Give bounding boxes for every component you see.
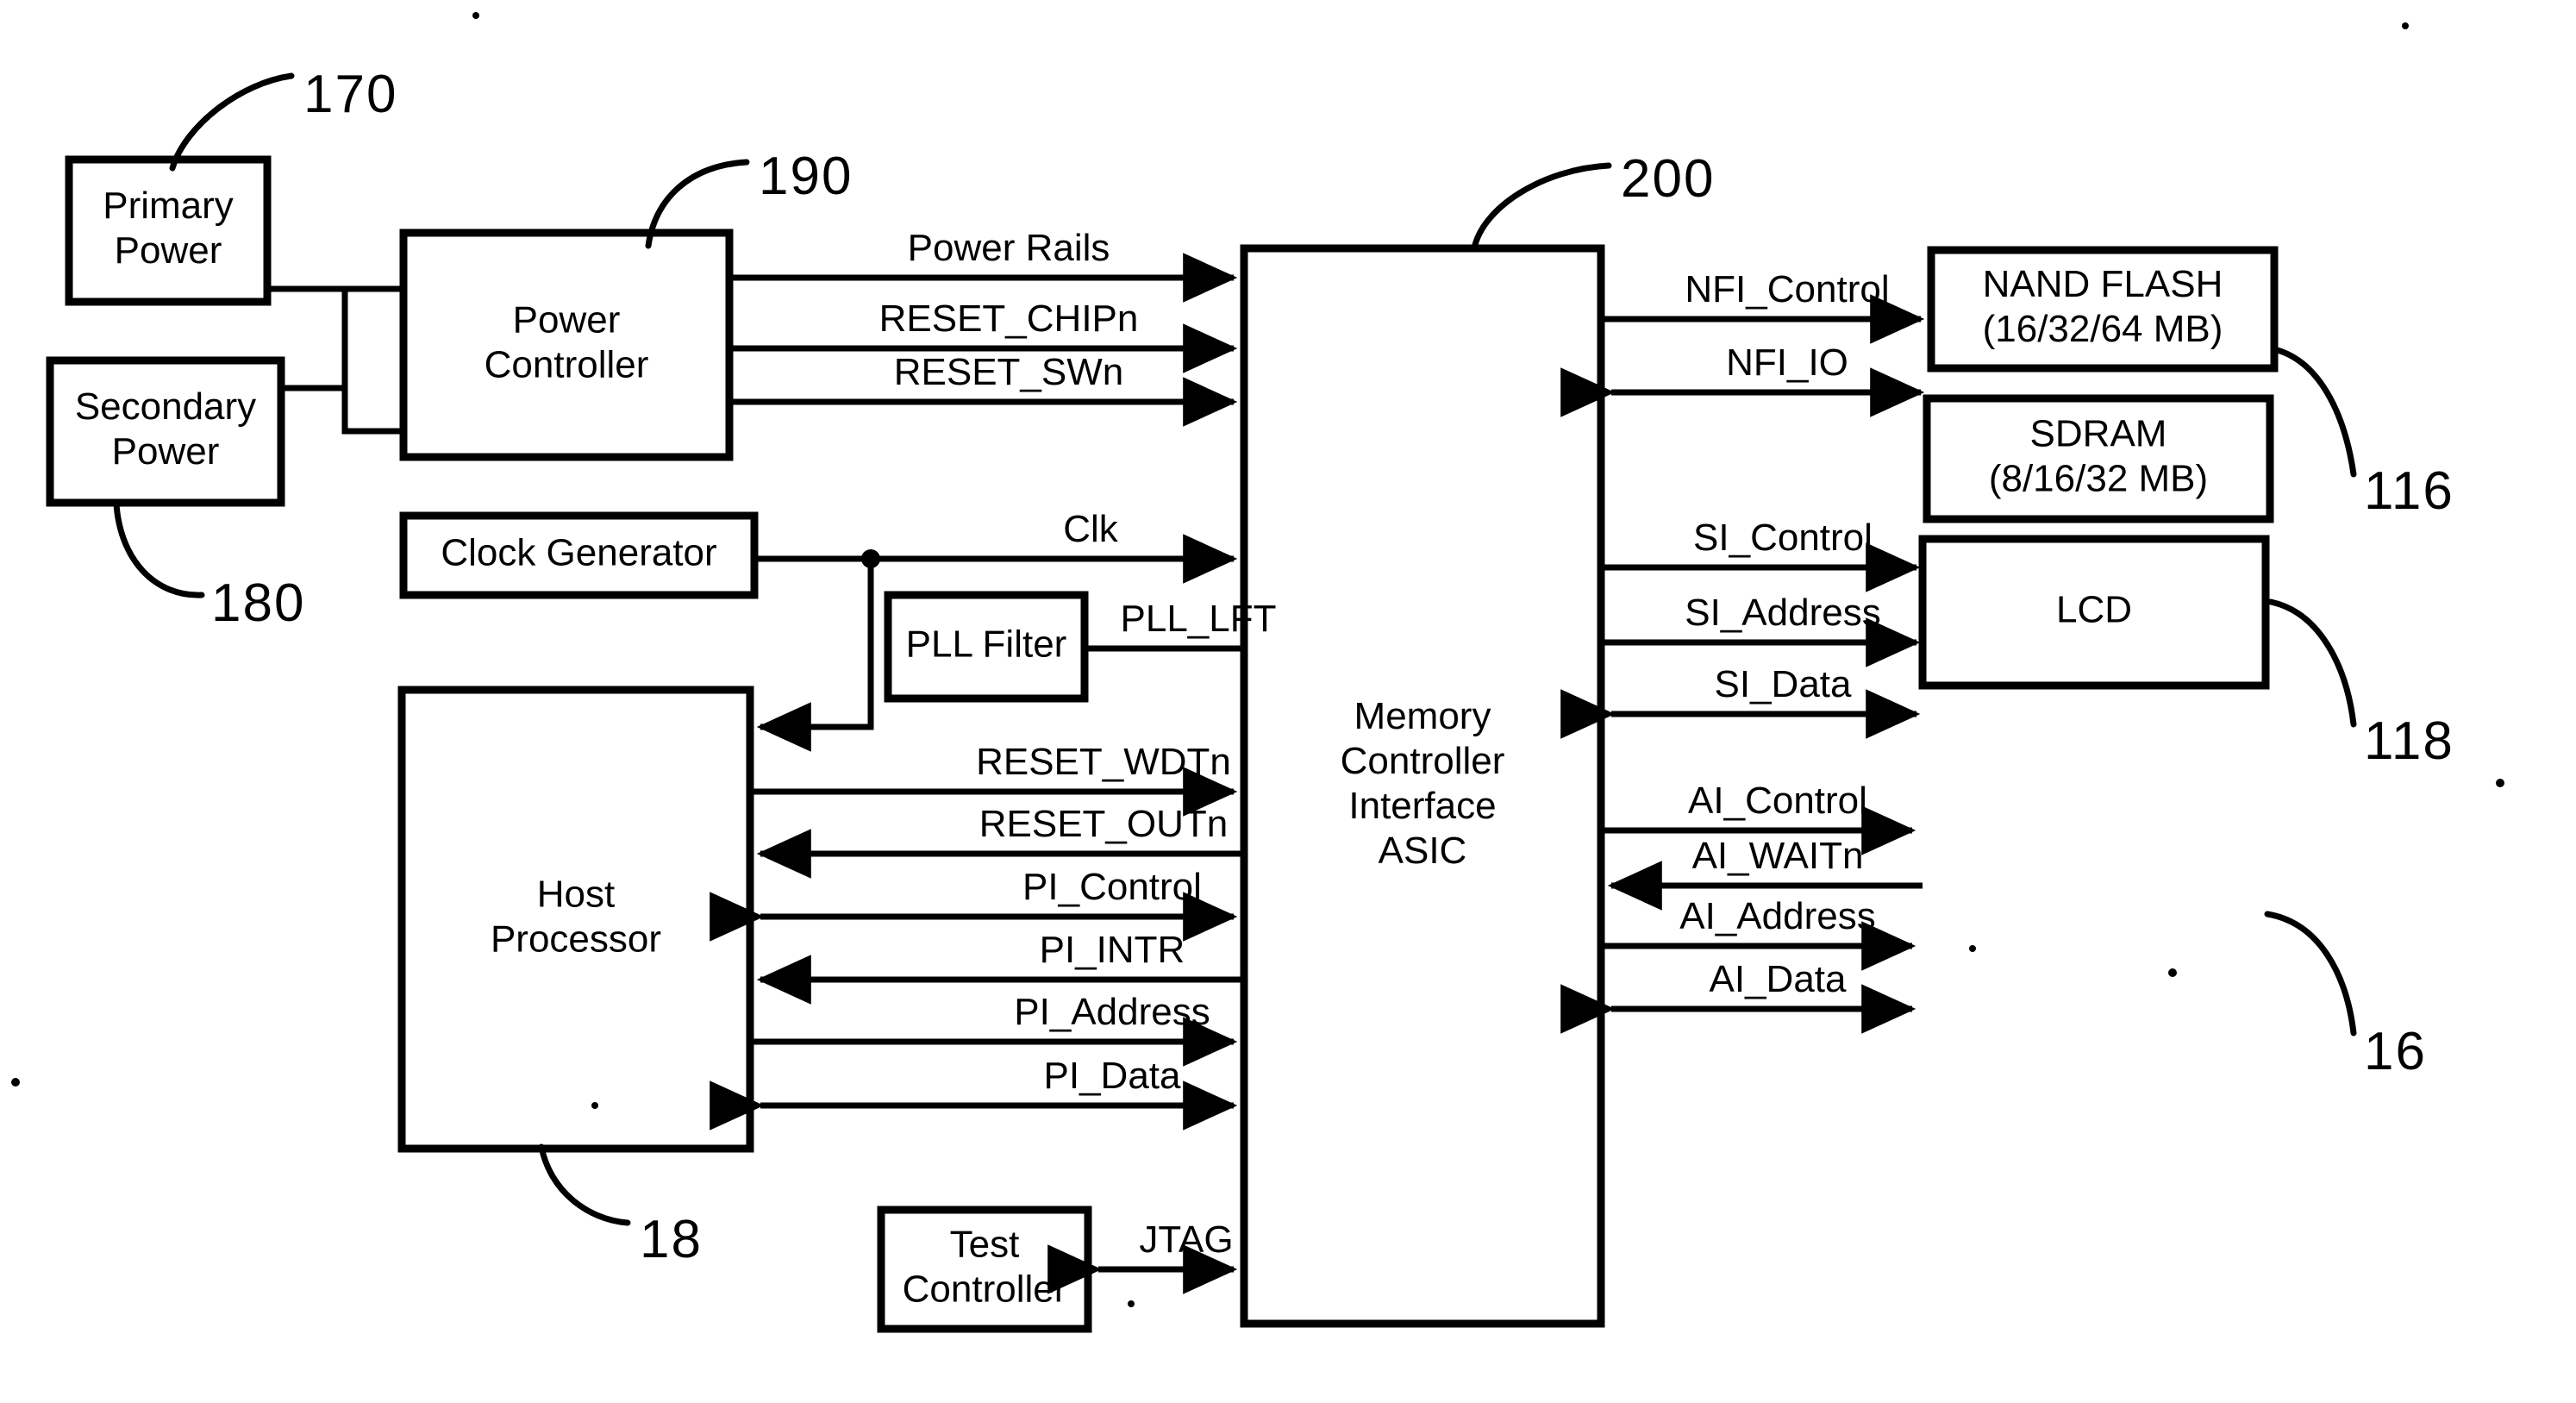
clock-net-junction-dot bbox=[861, 549, 880, 568]
leader-line-ref-118 bbox=[2267, 598, 2357, 728]
leader-line-ref-180 bbox=[113, 501, 205, 598]
block-label-nand-flash: (16/32/64 MB) bbox=[1983, 308, 2223, 350]
block-primary-power: PrimaryPower bbox=[65, 155, 272, 306]
signal-label-jtag: JTAG bbox=[1139, 1218, 1233, 1261]
block-secondary-power: SecondaryPower bbox=[46, 356, 285, 507]
block-host-processor: HostProcessor bbox=[397, 686, 754, 1153]
block-label-host-processor: Processor bbox=[491, 918, 661, 961]
block-label-memory-controller-asic: Memory bbox=[1354, 695, 1491, 737]
leader-line-ref-200 bbox=[1471, 162, 1612, 252]
ref-170: 170 bbox=[303, 65, 397, 124]
block-label-test-controller: Controller bbox=[903, 1268, 1067, 1311]
block-lcd: LCD bbox=[1918, 535, 2270, 690]
signal-label-ai-control: AI_Control bbox=[1688, 780, 1867, 822]
block-sdram: SDRAM(8/16/32 MB) bbox=[1923, 394, 2274, 523]
leader-line-ref-170 bbox=[169, 72, 295, 172]
block-label-lcd: LCD bbox=[2056, 589, 2132, 631]
block-power-controller: PowerController bbox=[399, 229, 734, 461]
wire-secondary-power-to-power-controller bbox=[281, 289, 348, 391]
ref-116: 116 bbox=[2364, 461, 2454, 521]
signal-label-ai-waitn: AI_WAITn bbox=[1692, 835, 1864, 877]
ref-190: 190 bbox=[759, 147, 853, 206]
signal-label-pi-address: PI_Address bbox=[1014, 991, 1210, 1033]
signal-label-pll-lft: PLL_LFT bbox=[1121, 598, 1277, 640]
ref-180: 180 bbox=[211, 573, 305, 633]
signal-label-si-data: SI_Data bbox=[1715, 663, 1853, 705]
block-memory-controller-asic: MemoryControllerInterfaceASIC bbox=[1240, 244, 1605, 1328]
block-label-clock-generator: Clock Generator bbox=[441, 532, 716, 574]
block-label-memory-controller-asic: ASIC bbox=[1379, 830, 1467, 872]
block-label-power-controller: Power bbox=[513, 299, 621, 341]
block-label-memory-controller-asic: Controller bbox=[1341, 740, 1505, 782]
signal-label-ai-address: AI_Address bbox=[1679, 895, 1875, 937]
block-label-nand-flash: NAND FLASH bbox=[1983, 263, 2223, 305]
wire-clock-to-host-processor bbox=[760, 559, 874, 730]
signal-label-reset-outn: RESET_OUTn bbox=[979, 803, 1229, 845]
ref-16: 16 bbox=[2364, 1022, 2427, 1081]
signal-label-ai-data: AI_Data bbox=[1710, 958, 1848, 1000]
signal-label-clk: Clk bbox=[1063, 508, 1119, 550]
leader-line-ref-18 bbox=[538, 1143, 631, 1226]
signal-label-pi-data: PI_Data bbox=[1044, 1055, 1182, 1097]
block-label-secondary-power: Power bbox=[112, 430, 220, 473]
signal-label-si-control: SI_Control bbox=[1693, 517, 1873, 559]
block-nand-flash: NAND FLASH(16/32/64 MB) bbox=[1927, 246, 2279, 373]
block-label-primary-power: Primary bbox=[103, 185, 234, 227]
block-label-power-controller: Controller bbox=[485, 344, 649, 386]
ref-200: 200 bbox=[1621, 149, 1715, 209]
block-label-secondary-power: Secondary bbox=[75, 385, 256, 428]
block-label-memory-controller-asic: Interface bbox=[1348, 785, 1496, 827]
signal-label-pi-control: PI_Control bbox=[1022, 866, 1202, 908]
block-label-primary-power: Power bbox=[115, 229, 222, 272]
signal-label-power-rails: Power Rails bbox=[908, 227, 1110, 269]
wire-secondary-power-bus-riser bbox=[341, 388, 403, 435]
signal-label-si-address: SI_Address bbox=[1685, 592, 1880, 634]
leader-line-ref-16 bbox=[2264, 911, 2357, 1037]
leader-line-ref-116 bbox=[2271, 346, 2357, 478]
block-label-sdram: (8/16/32 MB) bbox=[1989, 458, 2208, 500]
signal-label-reset-chipn: RESET_CHIPn bbox=[879, 298, 1139, 340]
patent-figure: Primary Power Secondary Power Power Controlle… bbox=[0, 0, 2576, 1403]
block-test-controller: TestController bbox=[877, 1206, 1092, 1333]
signal-label-reset-wdtn: RESET_WDTn bbox=[976, 741, 1231, 783]
block-label-pll-filter: PLL Filter bbox=[906, 623, 1067, 666]
block-diagram-canvas: PrimaryPowerSecondaryPowerPowerControlle… bbox=[11, 12, 2504, 1333]
signal-label-pi-intr: PI_INTR bbox=[1040, 929, 1185, 971]
ref-118: 118 bbox=[2364, 711, 2454, 771]
signal-label-nfi-control: NFI_Control bbox=[1685, 268, 1889, 310]
block-pll-filter: PLL Filter bbox=[884, 591, 1089, 703]
block-label-test-controller: Test bbox=[950, 1224, 1020, 1266]
block-label-sdram: SDRAM bbox=[2030, 413, 2167, 455]
signal-label-reset-swn: RESET_SWn bbox=[894, 351, 1124, 393]
ref-18: 18 bbox=[640, 1210, 703, 1269]
block-clock-generator: Clock Generator bbox=[399, 511, 759, 599]
signal-label-nfi-io: NFI_IO bbox=[1726, 341, 1848, 384]
block-label-host-processor: Host bbox=[537, 874, 615, 916]
